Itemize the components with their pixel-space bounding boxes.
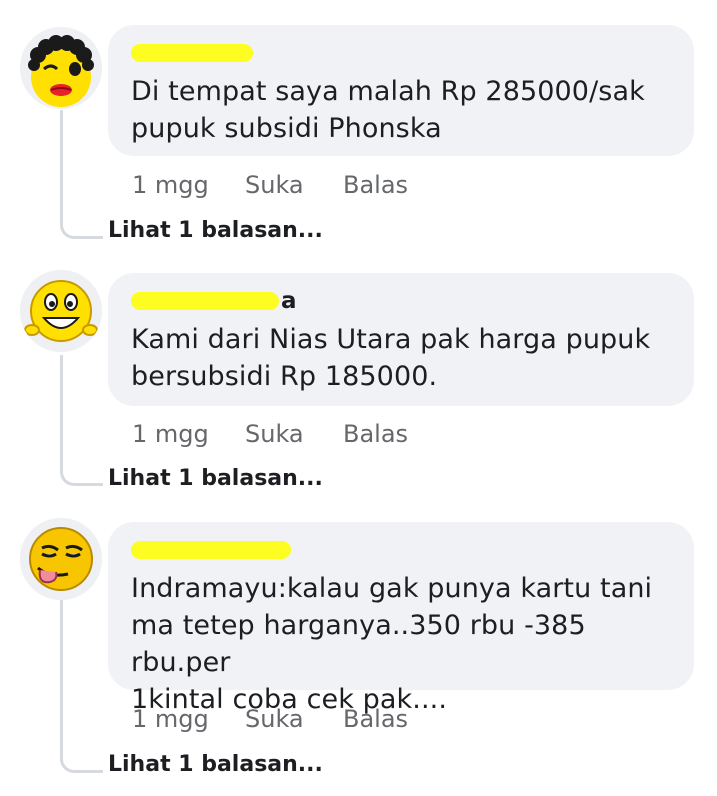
view-replies-link[interactable]: Lihat 1 balasan... <box>108 752 323 777</box>
comment-bubble[interactable]: Di tempat saya malah Rp 285000/sak pupuk… <box>108 25 694 156</box>
author-redaction <box>131 541 291 559</box>
comment-text-line: Indramayu:kalau gak punya kartu tani <box>131 573 653 604</box>
reply-button[interactable]: Balas <box>343 705 408 733</box>
comment-author[interactable] <box>131 536 670 564</box>
avatar[interactable] <box>20 270 102 352</box>
comment-author[interactable]: a <box>131 287 670 315</box>
comment-time[interactable]: 1 mgg <box>132 705 209 733</box>
author-redaction <box>131 292 279 310</box>
comment-bubble[interactable]: a Kami dari Nias Utara pak harga pupuk b… <box>108 273 694 406</box>
comment-author[interactable] <box>131 39 670 67</box>
comment-text-line: Di tempat saya malah Rp 285000/sak <box>131 76 645 107</box>
comment-text: Kami dari Nias Utara pak harga pupuk ber… <box>131 321 670 395</box>
comment-text-line: Kami dari Nias Utara pak harga pupuk <box>131 324 651 355</box>
comment-text: Di tempat saya malah Rp 285000/sak pupuk… <box>131 73 670 147</box>
reply-button[interactable]: Balas <box>343 420 408 448</box>
thread-line <box>60 355 103 486</box>
comment-time[interactable]: 1 mgg <box>132 420 209 448</box>
thread-line <box>60 110 103 239</box>
reply-button[interactable]: Balas <box>343 171 408 199</box>
comment-text-line: pupuk subsidi Phonska <box>131 113 442 144</box>
curly-hair-winking-emoji-icon <box>20 27 102 109</box>
view-replies-link[interactable]: Lihat 1 balasan... <box>108 466 323 491</box>
avatar[interactable] <box>20 518 102 600</box>
like-button[interactable]: Suka <box>245 171 304 199</box>
author-name-tail: a <box>281 288 297 314</box>
tongue-out-emoji-icon <box>20 518 102 600</box>
comment-text-line: ma tetep harganya..350 rbu -385 rbu.per <box>131 610 586 678</box>
avatar[interactable] <box>20 27 102 109</box>
author-redaction <box>131 44 253 62</box>
comment-bubble[interactable]: Indramayu:kalau gak punya kartu tani ma … <box>108 522 694 715</box>
grinning-emoji-icon <box>20 270 102 352</box>
comment-text-line: bersubsidi Rp 185000. <box>131 361 438 392</box>
thread-line <box>60 600 103 773</box>
like-button[interactable]: Suka <box>245 705 304 733</box>
comment-time[interactable]: 1 mgg <box>132 171 209 199</box>
view-replies-link[interactable]: Lihat 1 balasan... <box>108 218 323 243</box>
like-button[interactable]: Suka <box>245 420 304 448</box>
comment-text: Indramayu:kalau gak punya kartu tani ma … <box>131 570 670 718</box>
